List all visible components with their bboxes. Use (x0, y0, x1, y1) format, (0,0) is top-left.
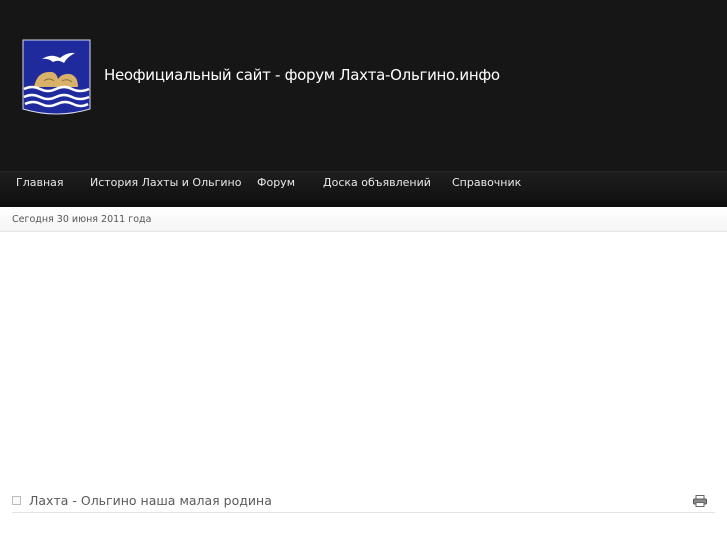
nav-item-home[interactable]: Главная (16, 173, 64, 208)
nav-item-forum[interactable]: Форум (257, 173, 295, 208)
site-header: Неофициальный сайт - форум Лахта-Ольгино… (0, 0, 727, 171)
current-date: Сегодня 30 июня 2011 года (12, 214, 152, 225)
article-bullet-icon (12, 496, 21, 505)
coat-of-arms-icon[interactable] (22, 39, 91, 117)
print-icon[interactable] (693, 495, 707, 507)
main-nav: Главная История Лахты и Ольгино Форум До… (0, 171, 727, 207)
article-title[interactable]: Лахта - Ольгино наша малая родина (29, 493, 272, 508)
nav-item-history[interactable]: История Лахты и Ольгино (90, 173, 241, 208)
article-divider (12, 512, 715, 513)
nav-item-directory[interactable]: Справочник (452, 173, 521, 208)
site-title[interactable]: Неофициальный сайт - форум Лахта-Ольгино… (104, 66, 500, 84)
nav-item-board[interactable]: Доска объявлений (323, 173, 431, 208)
date-bar: Сегодня 30 июня 2011 года (0, 207, 727, 232)
